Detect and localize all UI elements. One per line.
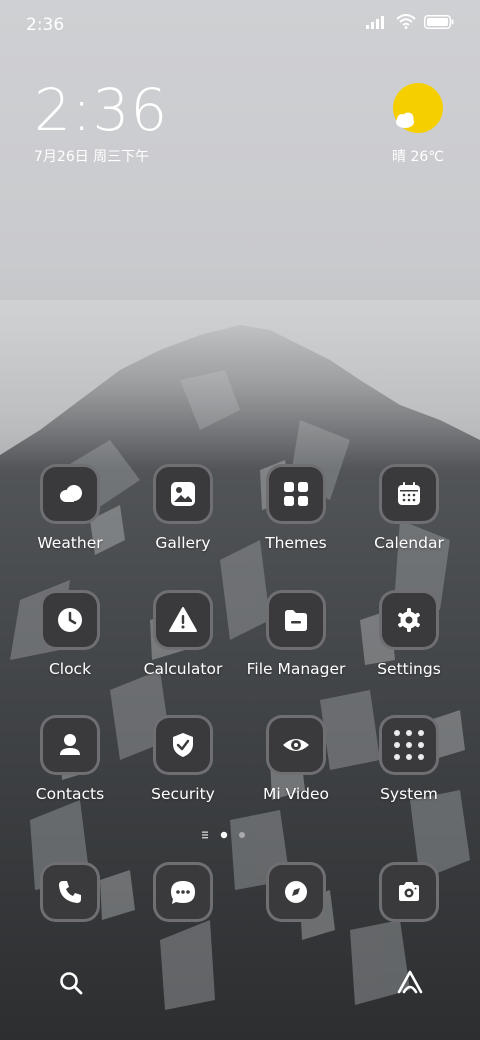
- app-contacts[interactable]: Contacts: [14, 715, 126, 803]
- contacts-icon: [40, 715, 100, 775]
- file-manager-icon: [266, 590, 326, 650]
- themes-icon: [266, 464, 326, 524]
- dock-phone[interactable]: [14, 862, 126, 922]
- dock-messages[interactable]: [127, 862, 239, 922]
- calculator-icon: [153, 590, 213, 650]
- messages-icon: [153, 862, 213, 922]
- feed-page-icon: [202, 831, 208, 839]
- search-icon[interactable]: [58, 970, 84, 996]
- clock-widget[interactable]: 2:36 7月26日 周三下午: [34, 80, 168, 166]
- app-themes[interactable]: Themes: [240, 464, 352, 552]
- signal-icon: [366, 15, 384, 29]
- app-label: Calendar: [374, 534, 444, 552]
- weather-icon: [40, 464, 100, 524]
- app-security[interactable]: Security: [127, 715, 239, 803]
- app-settings[interactable]: Settings: [353, 590, 465, 678]
- settings-icon: [379, 590, 439, 650]
- app-label: Gallery: [155, 534, 211, 552]
- app-label: Themes: [265, 534, 327, 552]
- security-icon: [153, 715, 213, 775]
- bottom-bar: [0, 960, 480, 1010]
- app-label: Weather: [37, 534, 103, 552]
- app-label: Calculator: [143, 660, 223, 678]
- camera-icon: [379, 862, 439, 922]
- page-indicator[interactable]: [200, 830, 246, 840]
- app-calculator[interactable]: Calculator: [127, 590, 239, 678]
- app-mi-video[interactable]: Mi Video: [240, 715, 352, 803]
- app-gallery[interactable]: Gallery: [127, 464, 239, 552]
- app-system-folder[interactable]: System: [353, 715, 465, 803]
- weather-summary: 晴 26℃: [392, 149, 444, 165]
- dock-camera[interactable]: [353, 862, 465, 922]
- phone-icon: [40, 862, 100, 922]
- app-label: Security: [151, 785, 215, 803]
- status-time: 2:36: [26, 15, 65, 35]
- app-clock[interactable]: Clock: [14, 590, 126, 678]
- app-label: Contacts: [35, 785, 105, 803]
- browser-icon: [266, 862, 326, 922]
- clock-icon: [40, 590, 100, 650]
- widget-date: 7月26日 周三下午: [34, 149, 150, 165]
- page-dot-active: [220, 831, 228, 839]
- mi-video-icon: [266, 715, 326, 775]
- app-weather[interactable]: Weather: [14, 464, 126, 552]
- battery-icon: [424, 14, 454, 29]
- system-folder-icon: [379, 715, 439, 775]
- app-label: File Manager: [246, 660, 346, 678]
- calendar-icon: [379, 464, 439, 524]
- widget-time: 2:36: [34, 76, 169, 144]
- sunny-weather-icon: [392, 82, 444, 134]
- app-label: Mi Video: [262, 785, 330, 803]
- app-calendar[interactable]: Calendar: [353, 464, 465, 552]
- dock-browser[interactable]: [240, 862, 352, 922]
- app-label: Clock: [48, 660, 92, 678]
- app-file-manager[interactable]: File Manager: [240, 590, 352, 678]
- app-label: Settings: [377, 660, 441, 678]
- gallery-icon: [153, 464, 213, 524]
- app-label: System: [380, 785, 438, 803]
- status-bar: 2:36: [0, 0, 480, 50]
- page-dot: [239, 832, 245, 838]
- wifi-icon: [396, 14, 416, 29]
- assistant-icon[interactable]: [396, 968, 424, 996]
